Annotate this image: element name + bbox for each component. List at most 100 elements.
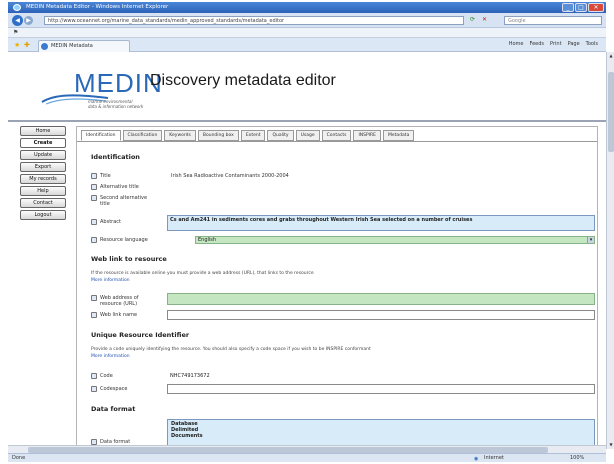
security-zone: Internet <box>484 455 504 461</box>
browser-tab[interactable]: MEDIN Metadata <box>38 40 130 52</box>
nav-button-my-records[interactable]: My records <box>20 174 66 184</box>
nav-button-update[interactable]: Update <box>20 150 66 160</box>
tab-extent[interactable]: Extent <box>240 130 266 141</box>
zoom-level[interactable]: 100% <box>570 454 584 462</box>
menu-bar: ⚑ <box>8 28 606 38</box>
page-content: MEDIN marine environmental data & inform… <box>8 52 606 449</box>
help-icon[interactable] <box>91 195 97 201</box>
nav-button-home[interactable]: Home <box>20 126 66 136</box>
search-input[interactable]: Google <box>504 16 602 25</box>
scroll-down-icon[interactable]: ▼ <box>608 442 614 448</box>
tab-page-icon <box>41 43 48 50</box>
left-navigation: Home Create Update Export My records Help Cont… <box>20 126 68 222</box>
page-title: Discovery metadata editor <box>150 72 336 89</box>
tab-bounding-box[interactable]: Bounding box <box>197 130 239 141</box>
help-icon[interactable] <box>91 219 97 225</box>
field-label-web-link-name: Web link name <box>91 312 151 318</box>
field-label-abstract: Abstract <box>91 219 151 225</box>
title-value[interactable]: Irish Sea Radioactive Contaminants 2000-… <box>171 173 289 179</box>
window-title: MEDIN Metadata Editor - Windows Internet… <box>26 4 169 10</box>
nav-button-help[interactable]: Help <box>20 186 66 196</box>
section-title-unique-resource-identifier: Unique Resource Identifier <box>91 331 190 339</box>
minimize-button[interactable]: _ <box>562 3 574 12</box>
identifier-more-info-link[interactable]: More information <box>91 354 130 359</box>
code-input[interactable]: NHC749173672 <box>167 371 595 381</box>
help-icon[interactable] <box>91 373 97 379</box>
field-label-code: Code <box>91 373 151 379</box>
forward-button[interactable]: ▶ <box>24 16 33 25</box>
vertical-scrollbar-thumb[interactable] <box>608 72 614 152</box>
tab-classification[interactable]: Classification <box>122 130 163 141</box>
field-label-title: Title <box>91 173 151 179</box>
section-title-web-link: Web link to resource <box>91 255 167 263</box>
logo-tagline-line-2: data & information network <box>88 104 144 109</box>
resource-language-select[interactable]: English ▾ <box>195 236 595 244</box>
field-label-second-alternative-title: Second alternative title <box>91 195 157 207</box>
abstract-textarea[interactable]: Cs and Am241 in sediments cores and grab… <box>167 215 595 231</box>
refresh-icon[interactable]: ⟳ <box>470 16 475 23</box>
web-address-input[interactable] <box>167 293 595 305</box>
medin-logo: MEDIN marine environmental data & inform… <box>40 62 162 114</box>
globe-icon: ◉ <box>474 456 479 462</box>
tab-usage[interactable]: Usage <box>295 130 320 141</box>
header-divider <box>8 120 606 122</box>
section-title-identification: Identification <box>91 153 140 161</box>
command-tools[interactable]: Tools <box>586 41 598 47</box>
resource-language-value: English <box>198 237 217 243</box>
link-icon[interactable]: ⚑ <box>13 29 18 36</box>
close-button[interactable]: ✕ <box>588 3 604 12</box>
command-feeds[interactable]: Feeds <box>530 41 545 47</box>
command-home[interactable]: Home <box>509 41 524 47</box>
field-label-web-address: Web address of resource (URL) <box>91 295 151 307</box>
address-input[interactable]: http://www.oceannet.org/marine_data_stan… <box>44 16 464 25</box>
back-button[interactable]: ◀ <box>12 15 23 26</box>
tab-inspire[interactable]: INSPIRE <box>353 130 382 141</box>
nav-button-contact[interactable]: Contact <box>20 198 66 208</box>
vertical-scrollbar[interactable]: ▲ ▼ <box>606 52 614 449</box>
horizontal-scrollbar[interactable] <box>8 445 606 453</box>
section-title-data-format: Data format <box>91 405 136 413</box>
field-label-codespace: Codespace <box>91 386 151 392</box>
browser-logo-icon <box>13 4 21 11</box>
nav-button-export[interactable]: Export <box>20 162 66 172</box>
scroll-up-icon[interactable]: ▲ <box>608 53 614 59</box>
tab-metadata[interactable]: Metadata <box>383 130 415 141</box>
data-format-option[interactable]: Documents <box>171 433 591 439</box>
identifier-help-text: Provide a code uniquely identifying the … <box>91 347 371 352</box>
help-icon[interactable] <box>91 237 97 243</box>
tab-keywords[interactable]: Keywords <box>164 130 196 141</box>
site-header: MEDIN marine environmental data & inform… <box>8 52 606 118</box>
editor-panel: Identification Classification Keywords Boun… <box>76 126 598 449</box>
editor-tabs: Identification Classification Keywords Boun… <box>81 130 415 141</box>
help-icon[interactable] <box>91 295 97 301</box>
browser-titlebar: MEDIN Metadata Editor - Windows Internet… <box>8 2 606 13</box>
status-bar: Done ◉ Internet 100% <box>8 453 606 462</box>
web-link-help-text: If the resource is available online you … <box>91 271 314 276</box>
command-print[interactable]: Print <box>550 41 562 47</box>
command-page[interactable]: Page <box>568 41 580 47</box>
tab-quality[interactable]: Quality <box>267 130 294 141</box>
field-label-resource-language: Resource language <box>91 237 171 243</box>
status-text: Done <box>12 455 26 461</box>
codespace-input[interactable] <box>167 384 595 394</box>
command-bar: Home Feeds Print Page Tools <box>509 41 598 47</box>
tabs-divider <box>77 141 597 142</box>
maximize-button[interactable]: □ <box>575 3 587 12</box>
help-icon[interactable] <box>91 173 97 179</box>
tab-contacts[interactable]: Contacts <box>321 130 352 141</box>
favorites-star-icon[interactable]: ★ <box>14 41 20 49</box>
tab-identification[interactable]: Identification <box>81 130 121 141</box>
web-link-more-info-link[interactable]: More information <box>91 278 130 283</box>
browser-tabs-bar: ★ ✚ MEDIN Metadata Home Feeds Print Page… <box>8 38 606 52</box>
nav-button-logout[interactable]: Logout <box>20 210 66 220</box>
help-icon[interactable] <box>91 386 97 392</box>
nav-button-create[interactable]: Create <box>20 138 66 148</box>
add-favorites-icon[interactable]: ✚ <box>24 41 30 49</box>
chevron-down-icon[interactable]: ▾ <box>587 237 594 243</box>
help-icon[interactable] <box>91 184 97 190</box>
browser-tab-title: MEDIN Metadata <box>51 43 93 49</box>
help-icon[interactable] <box>91 312 97 318</box>
stop-icon[interactable]: ✕ <box>482 16 487 23</box>
web-link-name-input[interactable] <box>167 310 595 320</box>
window-controls: _ □ ✕ <box>562 3 604 12</box>
